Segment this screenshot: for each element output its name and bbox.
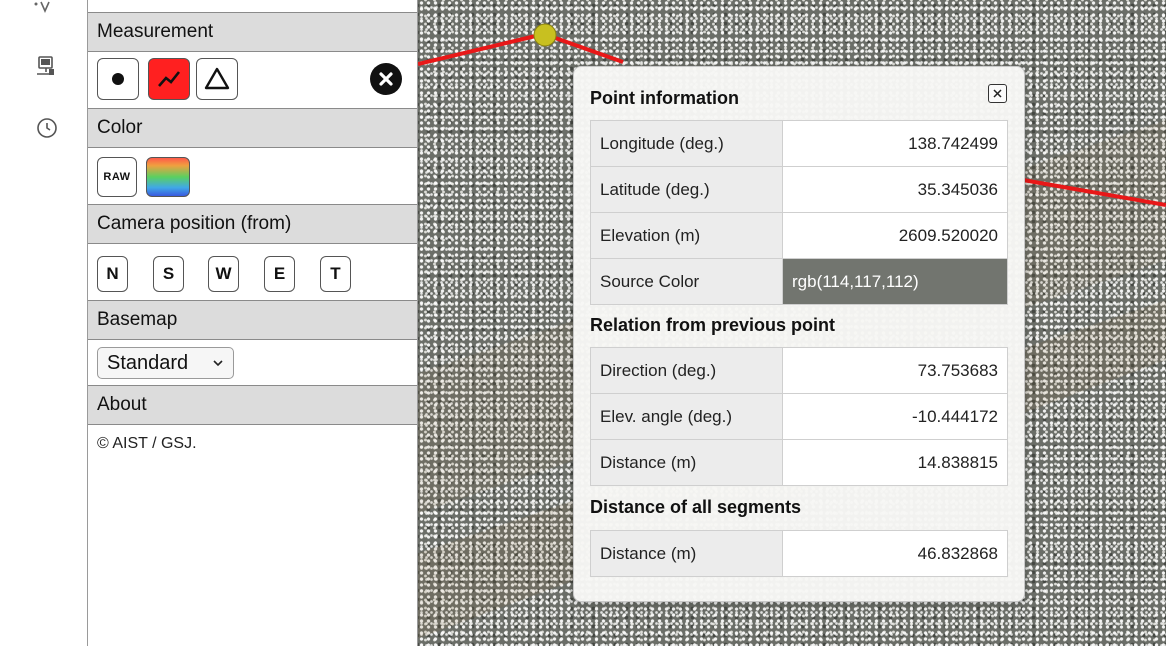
- row-label: Distance (m): [590, 530, 783, 577]
- raw-color-label: RAW: [103, 171, 131, 183]
- view-icon[interactable]: [32, 0, 56, 14]
- camera-title: Camera position (from): [97, 213, 292, 234]
- measurement-tools: [88, 52, 417, 108]
- triangle-icon: [204, 67, 230, 90]
- row-label: Direction (deg.): [590, 347, 783, 394]
- camera-west-button[interactable]: W: [208, 256, 239, 292]
- close-icon: [379, 72, 393, 86]
- point-icon: [112, 73, 124, 85]
- camera-east-button[interactable]: E: [264, 256, 295, 292]
- basemap-header: Basemap: [88, 300, 417, 340]
- row-value: 73.753683: [782, 347, 1008, 394]
- camera-buttons: N S W E T: [88, 244, 417, 300]
- table-row: Elevation (m) 2609.520020: [590, 212, 1008, 259]
- measurement-point-marker: [533, 23, 557, 47]
- segments-title: Distance of all segments: [590, 497, 802, 517]
- camera-north-label: N: [106, 264, 119, 283]
- popup-close-button[interactable]: [988, 84, 1007, 103]
- basemap-select[interactable]: Standard: [97, 347, 234, 379]
- row-label: Elev. angle (deg.): [590, 393, 783, 440]
- table-row: Direction (deg.) 73.753683: [590, 347, 1008, 394]
- row-label: Latitude (deg.): [590, 166, 783, 213]
- row-label: Elevation (m): [590, 212, 783, 259]
- raw-color-button[interactable]: RAW: [97, 157, 137, 197]
- camera-east-label: E: [273, 264, 286, 283]
- color-header: Color: [88, 108, 417, 148]
- polyline-icon: [158, 71, 181, 87]
- segments-table: Distance (m) 46.832868: [590, 530, 1008, 577]
- color-options: RAW: [88, 148, 417, 204]
- point-info-table: Longitude (deg.) 138.742499 Latitude (deg…: [590, 120, 1008, 305]
- sidebar: Measurement Color RAW Camera position (f…: [88, 0, 418, 646]
- history-icon[interactable]: [35, 116, 59, 140]
- about-title: About: [97, 394, 147, 415]
- source-color-swatch: rgb(114,117,112): [782, 258, 1008, 305]
- camera-top-button[interactable]: T: [320, 256, 351, 292]
- camera-south-button[interactable]: S: [153, 256, 184, 292]
- camera-west-label: W: [215, 264, 232, 283]
- basemap-body: Standard: [88, 340, 417, 386]
- about-body: © AIST / GSJ.: [88, 425, 417, 646]
- table-row: Distance (m) 14.838815: [590, 439, 1008, 486]
- about-text: © AIST / GSJ.: [97, 435, 197, 452]
- camera-header: Camera position (from): [88, 204, 417, 244]
- basemap-title: Basemap: [97, 309, 178, 330]
- table-row: Longitude (deg.) 138.742499: [590, 120, 1008, 167]
- polygon-tool-button[interactable]: [196, 58, 238, 100]
- row-label: Source Color: [590, 258, 783, 305]
- basemap-value: Standard: [107, 352, 189, 374]
- row-value: 14.838815: [782, 439, 1008, 486]
- table-row: Distance (m) 46.832868: [590, 530, 1008, 577]
- color-title: Color: [97, 117, 143, 138]
- table-row: Elev. angle (deg.) -10.444172: [590, 393, 1008, 440]
- measurement-header: Measurement: [88, 12, 417, 52]
- row-label: Distance (m): [590, 439, 783, 486]
- relation-title: Relation from previous point: [590, 315, 836, 335]
- camera-top-label: T: [330, 264, 341, 283]
- row-label: Longitude (deg.): [590, 120, 783, 167]
- polyline-tool-button[interactable]: [148, 58, 190, 100]
- row-value: 138.742499: [782, 120, 1008, 167]
- table-row: Source Color rgb(114,117,112): [590, 258, 1008, 305]
- row-value: 46.832868: [782, 530, 1008, 577]
- gradient-color-button[interactable]: [146, 157, 190, 197]
- point-info-popup: Point information Longitude (deg.) 138.74…: [573, 66, 1025, 602]
- relation-table: Direction (deg.) 73.753683 Elev. angle (d…: [590, 347, 1008, 486]
- left-rail: [0, 0, 88, 646]
- camera-north-button[interactable]: N: [97, 256, 128, 292]
- table-row: Latitude (deg.) 35.345036: [590, 166, 1008, 213]
- row-value: -10.444172: [782, 393, 1008, 440]
- measurement-clear-button[interactable]: [370, 63, 402, 95]
- chevron-down-icon: [212, 349, 224, 390]
- measurement-line: [418, 31, 624, 66]
- row-value: 35.345036: [782, 166, 1008, 213]
- row-value: 2609.520020: [782, 212, 1008, 259]
- point-tool-button[interactable]: [97, 58, 139, 100]
- pc-icon[interactable]: [34, 54, 58, 78]
- point-info-title: Point information: [590, 88, 739, 108]
- close-icon: [993, 89, 1002, 98]
- camera-south-label: S: [162, 264, 175, 283]
- measurement-title: Measurement: [97, 21, 214, 42]
- about-header: About: [88, 385, 417, 425]
